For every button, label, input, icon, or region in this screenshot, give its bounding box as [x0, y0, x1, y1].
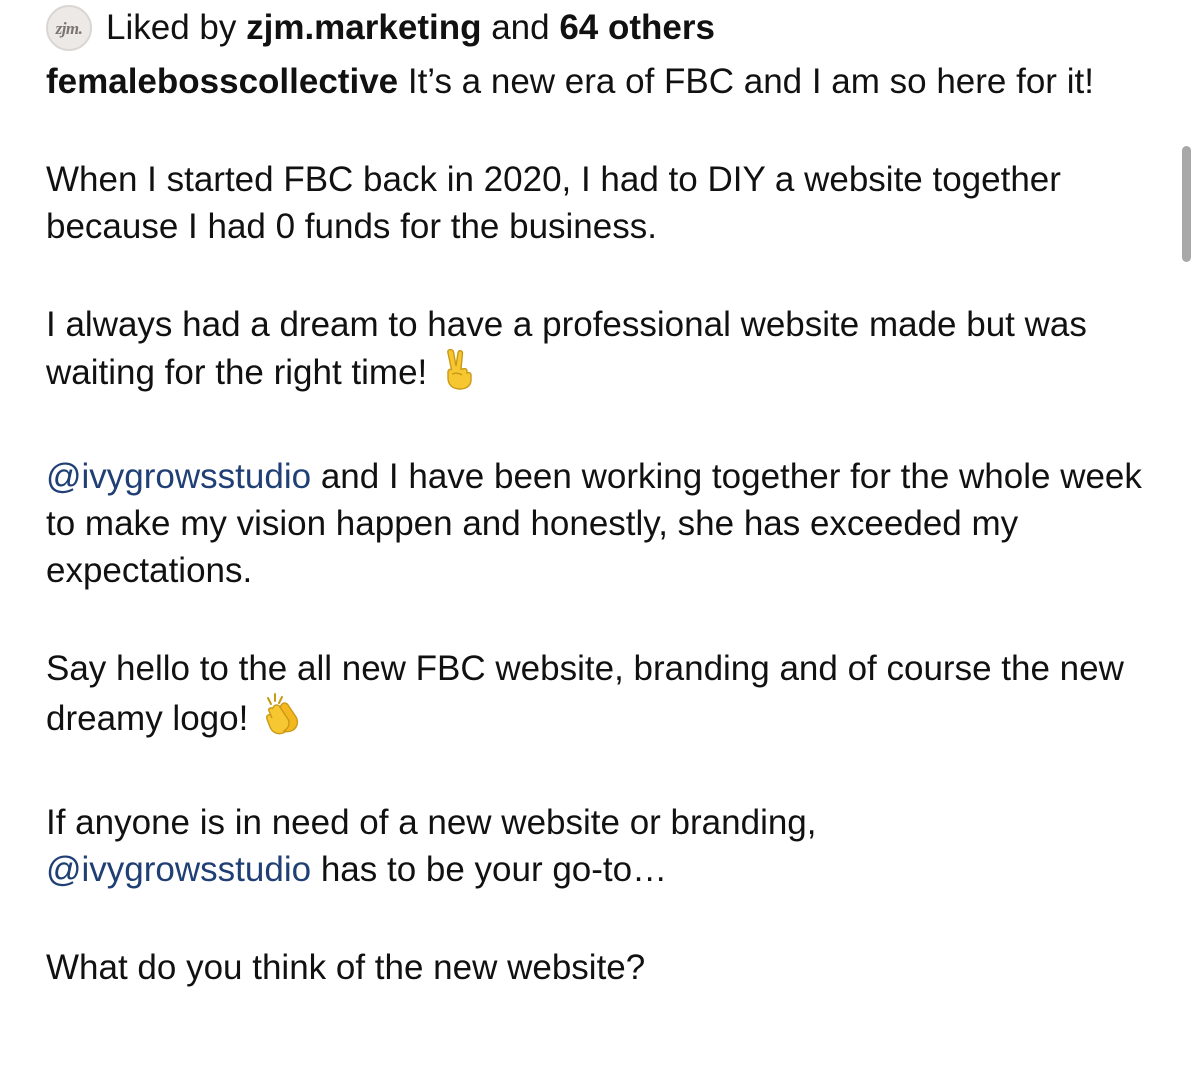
mention-link[interactable]: @ivygrowsstudio	[46, 457, 311, 496]
likes-row: zjm. Liked by zjm.marketing and 64 other…	[46, 5, 715, 51]
clapping-hands-emoji-icon	[262, 692, 308, 748]
caption-paragraph: When I started FBC back in 2020, I had t…	[46, 156, 1166, 250]
avatar[interactable]: zjm.	[46, 5, 92, 51]
victory-hand-emoji-icon	[441, 348, 477, 402]
liker-username-link[interactable]: zjm.marketing	[246, 5, 481, 51]
avatar-logo-text: zjm.	[55, 18, 83, 38]
caption-paragraph: I always had a dream to have a professio…	[46, 301, 1166, 402]
caption-paragraph: femalebosscollective It’s a new era of F…	[46, 58, 1166, 105]
caption-text: If anyone is in need of a new website or…	[46, 803, 817, 842]
caption-text: What do you think of the new website?	[46, 948, 646, 987]
post-caption: femalebosscollective It’s a new era of F…	[46, 58, 1166, 1042]
caption-paragraph: Say hello to the all new FBC website, br…	[46, 645, 1166, 748]
caption-username-link[interactable]: femalebosscollective	[46, 62, 398, 101]
scrollbar-thumb[interactable]	[1182, 146, 1191, 262]
caption-text: It’s a new era of FBC and I am so here f…	[407, 62, 1094, 101]
liked-by-joiner: and	[491, 8, 550, 47]
caption-paragraph: If anyone is in need of a new website or…	[46, 799, 1166, 893]
caption-text: has to be your go-to…	[320, 850, 668, 889]
caption-text: I always had a dream to have a professio…	[46, 305, 1087, 392]
caption-paragraph: What do you think of the new website?	[46, 944, 1166, 991]
mention-link[interactable]: @ivygrowsstudio	[46, 850, 311, 889]
caption-paragraph: @ivygrowsstudio and I have been working …	[46, 453, 1166, 594]
liked-by-prefix: Liked by	[106, 8, 237, 47]
caption-text: Say hello to the all new FBC website, br…	[46, 649, 1124, 738]
others-count-link[interactable]: 64 others	[559, 5, 715, 51]
caption-text: When I started FBC back in 2020, I had t…	[46, 160, 1061, 246]
